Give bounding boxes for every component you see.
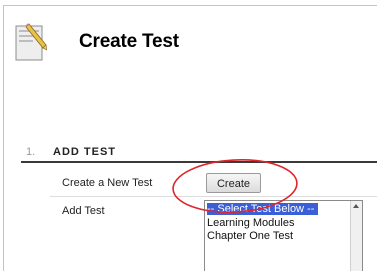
listbox-option-select-test[interactable]: -- Select Test Below -- — [207, 203, 319, 215]
listbox-option-learning-modules[interactable]: Learning Modules — [207, 217, 294, 229]
add-test-listbox[interactable]: -- Select Test Below -- Learning Modules… — [204, 200, 363, 271]
listbox-option-chapter-one-test[interactable]: Chapter One Test — [207, 230, 293, 242]
test-pencil-icon — [15, 23, 48, 61]
section-divider — [21, 161, 377, 163]
section-title: ADD TEST — [53, 146, 116, 158]
create-new-test-label: Create a New Test — [62, 177, 153, 189]
add-test-label: Add Test — [62, 205, 105, 217]
create-button[interactable]: Create — [206, 173, 261, 193]
row-divider — [50, 196, 377, 197]
scroll-up-arrow-icon[interactable] — [353, 204, 359, 208]
step-number: 1. — [26, 146, 36, 158]
listbox-scrollbar[interactable] — [350, 201, 362, 271]
page-title: Create Test — [79, 31, 179, 52]
